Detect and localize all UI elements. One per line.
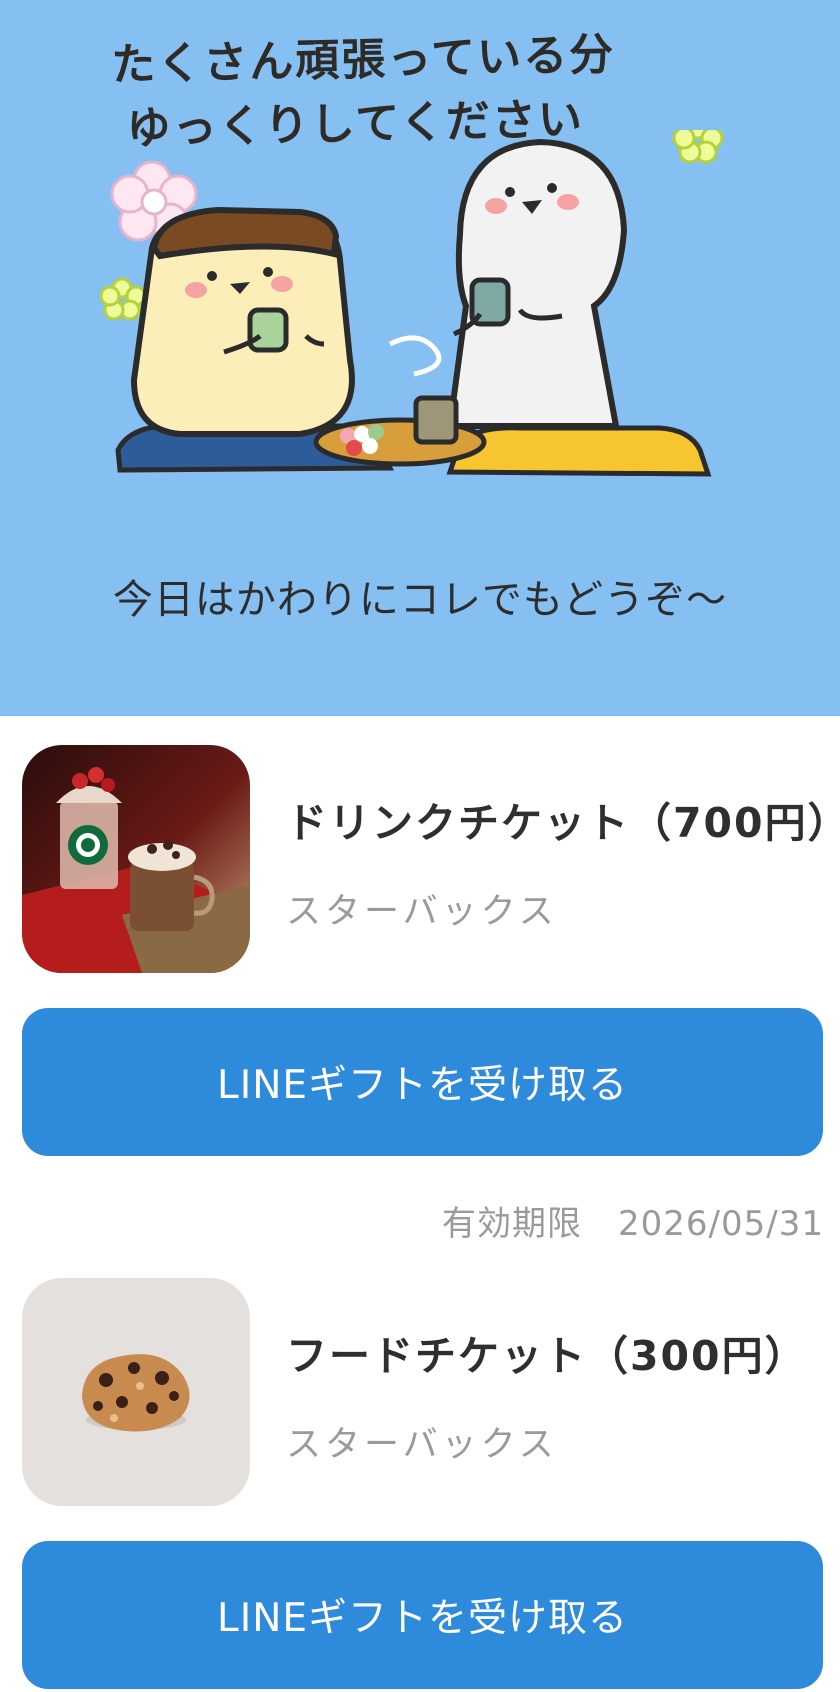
expiry-value: 2026/05/31	[618, 1204, 824, 1244]
gift-brand: スターバックス	[286, 1425, 558, 1465]
small-flower-icon	[100, 277, 147, 321]
expiry-date: 有効期限 2026/05/31	[442, 1196, 824, 1245]
expiry-label: 有効期限	[442, 1204, 583, 1244]
receive-line-gift-button[interactable]: LINEギフトを受け取る	[22, 1008, 823, 1156]
small-flower-icon	[672, 130, 724, 164]
hero-caption: 今日はかわりにコレでもどうぞ〜	[112, 577, 728, 623]
gift-name: ドリンクチケット（700円）	[286, 799, 840, 847]
greeting-card-hero: たくさん頑張っている分 ゆっくりしてください 今日はかわりにコレでもどうぞ〜	[0, 0, 840, 716]
two-characters-drinking-tea-illustration	[100, 130, 724, 477]
starbucks-drinks-image	[22, 745, 250, 973]
gift-brand: スターバックス	[286, 892, 558, 932]
cookie-image	[22, 1278, 250, 1506]
receive-line-gift-button[interactable]: LINEギフトを受け取る	[22, 1541, 823, 1689]
gift-name: フードチケット（300円）	[286, 1332, 808, 1380]
hero-message-line-1: たくさん頑張っている分	[110, 29, 616, 91]
